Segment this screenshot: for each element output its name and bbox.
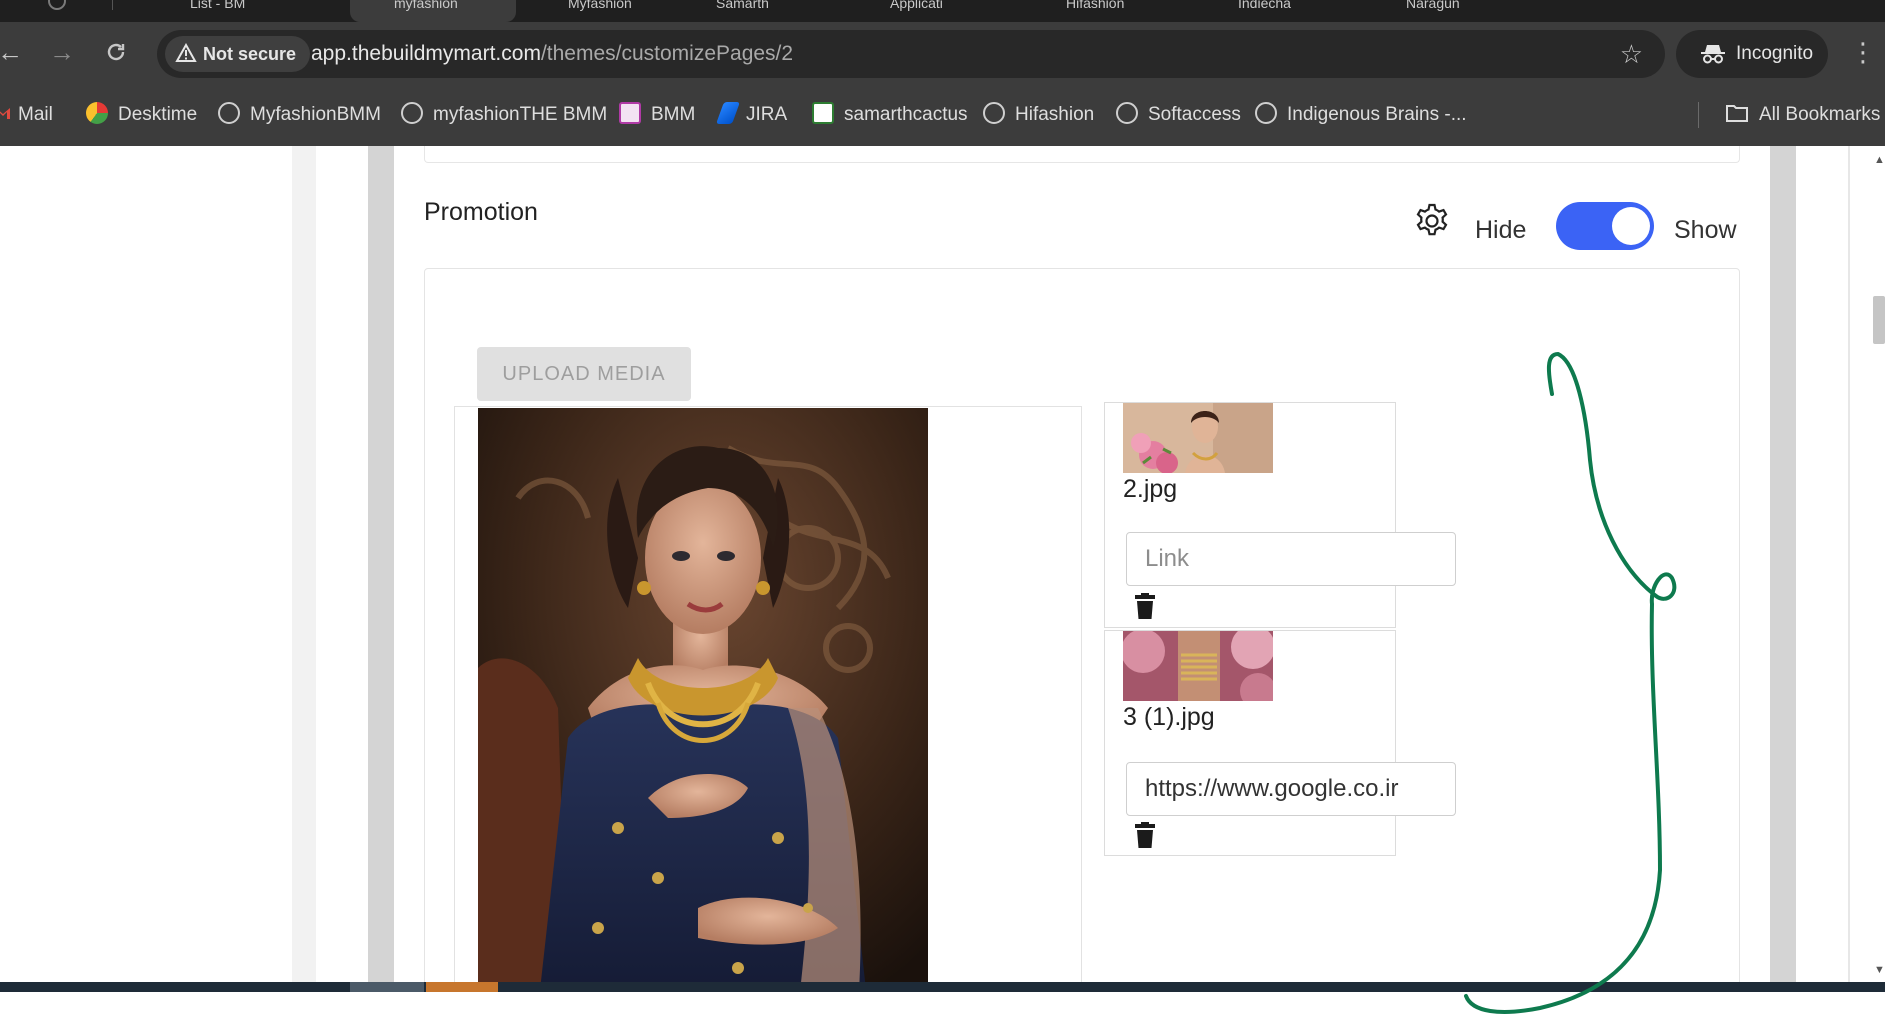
globe-icon <box>983 101 1005 124</box>
globe-icon <box>1116 101 1138 124</box>
address-bar[interactable]: Not secure app.thebuildmymart.com/themes… <box>157 30 1665 78</box>
taskbar-app-indicator[interactable] <box>350 982 424 992</box>
scroll-up-arrow-icon[interactable]: ▲ <box>1874 154 1885 166</box>
tab-favicon <box>48 0 66 10</box>
bookmark-bmm[interactable]: BMM <box>619 84 695 146</box>
frame-border-left <box>368 146 394 982</box>
back-arrow-icon[interactable]: ← <box>0 36 26 68</box>
folder-icon <box>1726 104 1748 122</box>
media-thumbnail <box>1123 631 1273 701</box>
taskbar <box>0 982 1885 992</box>
bookmark-softaccess[interactable]: Softaccess <box>1116 84 1241 146</box>
browser-tab[interactable] <box>48 0 108 22</box>
bookmark-samarthcactus[interactable]: samarthcactus <box>812 84 968 146</box>
bookmark-mail[interactable]: Mail <box>0 84 53 146</box>
browser-toolbar: ← → Not secure app.thebuildmymart.com/th… <box>0 22 1885 84</box>
media-link-input[interactable] <box>1126 762 1456 816</box>
browser-tab[interactable]: List - BM <box>190 0 340 22</box>
bookmark-hifashion[interactable]: Hifashion <box>983 84 1094 146</box>
bookmarks-divider <box>1698 102 1699 128</box>
globe-icon <box>401 101 423 124</box>
forward-arrow-icon[interactable]: → <box>46 36 78 68</box>
bookmark-desktime[interactable]: Desktime <box>86 84 197 146</box>
media-link-input[interactable] <box>1126 532 1456 586</box>
layout-gutter <box>292 146 316 982</box>
cactus-icon <box>812 101 834 124</box>
incognito-icon <box>1701 45 1725 64</box>
url-text[interactable]: app.thebuildmymart.com/themes/customizeP… <box>311 30 793 78</box>
trash-icon[interactable] <box>1134 593 1156 619</box>
visibility-toggle[interactable] <box>1556 202 1654 250</box>
bookmark-indigenous-brains[interactable]: Indigenous Brains -... <box>1255 84 1467 146</box>
jira-icon <box>715 101 741 124</box>
bookmark-myfashionthebmm[interactable]: myfashionTHE BMM <box>401 84 607 146</box>
vertical-scrollbar[interactable] <box>1865 146 1885 982</box>
browser-tab[interactable]: Myfashion <box>568 0 698 22</box>
browser-tab[interactable]: Applicati <box>890 0 1040 22</box>
taskbar-app-indicator[interactable] <box>426 982 498 992</box>
layout-gutter-right <box>1848 146 1850 982</box>
warning-icon <box>175 43 197 63</box>
globe-icon <box>218 101 240 124</box>
gmail-icon <box>0 107 10 119</box>
bmm-icon <box>619 101 641 124</box>
upload-media-button[interactable]: UPLOAD MEDIA <box>477 347 691 401</box>
globe-icon <box>1255 101 1277 124</box>
all-bookmarks[interactable]: All Bookmarks <box>1725 84 1880 146</box>
bookmark-jira[interactable]: JIRA <box>715 84 787 146</box>
promotion-preview-image <box>478 408 928 982</box>
reload-icon[interactable] <box>100 36 132 68</box>
gear-icon[interactable] <box>1413 202 1451 240</box>
scroll-down-arrow-icon[interactable]: ▼ <box>1874 964 1885 976</box>
section-title: Promotion <box>424 198 538 226</box>
page-viewport: Promotion Hide Show UPLOAD MEDIA 2.jpg L… <box>0 146 1885 982</box>
scrollbar-thumb[interactable] <box>1873 296 1885 344</box>
browser-tab[interactable]: Naragun <box>1406 0 1556 22</box>
frame-border-right <box>1770 146 1796 982</box>
media-thumbnail <box>1123 403 1273 473</box>
incognito-chip[interactable]: Incognito <box>1676 30 1828 78</box>
menu-kebab-icon[interactable]: ⋮ <box>1850 34 1876 70</box>
bookmark-myfashionbmm[interactable]: MyfashionBMM <box>218 84 381 146</box>
browser-tab[interactable]: Hifashion <box>1066 0 1216 22</box>
security-chip[interactable]: Not secure <box>165 36 311 72</box>
show-label: Show <box>1674 216 1737 244</box>
browser-tab-active[interactable]: myfashion <box>350 0 516 22</box>
previous-section-card <box>424 146 1740 163</box>
media-file-name: 2.jpg <box>1123 475 1178 503</box>
bookmark-star-icon[interactable]: ☆ <box>1620 38 1643 70</box>
hide-label: Hide <box>1475 216 1527 244</box>
tab-strip: List - BM myfashion Myfashion Samarth Ap… <box>0 0 1885 22</box>
toggle-knob <box>1612 207 1650 245</box>
bookmarks-bar: Mail Desktime MyfashionBMM myfashionTHE … <box>0 84 1885 147</box>
trash-icon[interactable] <box>1134 822 1156 848</box>
browser-tab[interactable]: Samarth <box>716 0 866 22</box>
browser-tab[interactable]: Indiecha <box>1238 0 1388 22</box>
media-file-name: 3 (1).jpg <box>1123 703 1215 731</box>
desktime-icon <box>86 101 108 124</box>
